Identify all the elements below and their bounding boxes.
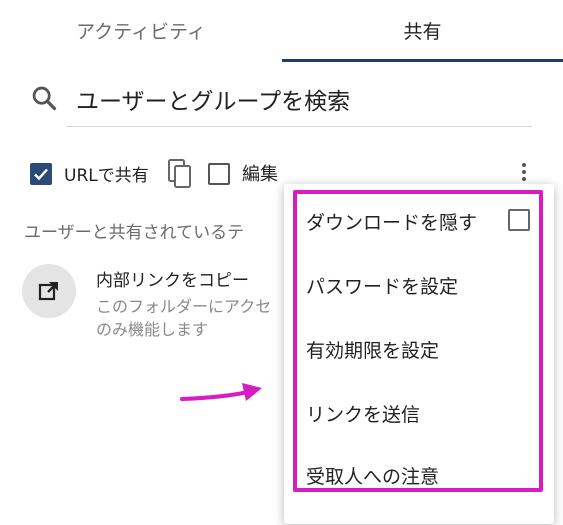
edit-label[interactable]: 編集 (242, 160, 278, 186)
copy-icon[interactable] (167, 158, 193, 190)
shared-users-heading: ユーザーと共有されているテ (24, 223, 245, 243)
search-underline (66, 126, 532, 127)
search-icon (32, 86, 57, 111)
search-bar[interactable]: ユーザーとグループを検索 (30, 78, 532, 127)
tab-share[interactable]: 共有 (282, 0, 563, 60)
internal-link-description: このフォルダーにアクセ (96, 297, 272, 316)
edit-checkbox[interactable] (208, 163, 230, 185)
internal-link-title[interactable]: 内部リンクをコピー (96, 266, 249, 291)
highlight-frame (293, 190, 543, 492)
internal-link-description-line2: のみ機能します (96, 320, 209, 339)
check-icon (34, 168, 48, 181)
internal-link-button[interactable] (22, 264, 76, 318)
url-share-checkbox[interactable] (30, 163, 52, 185)
tab-bar: アクティビティ 共有 (0, 0, 563, 62)
url-share-label[interactable]: URLで共有 (64, 161, 149, 186)
annotation-arrow-icon (180, 383, 262, 401)
tab-activity[interactable]: アクティビティ (0, 0, 282, 60)
active-tab-indicator (282, 59, 563, 62)
external-link-icon (38, 282, 58, 301)
search-input[interactable]: ユーザーとグループを検索 (76, 82, 350, 116)
